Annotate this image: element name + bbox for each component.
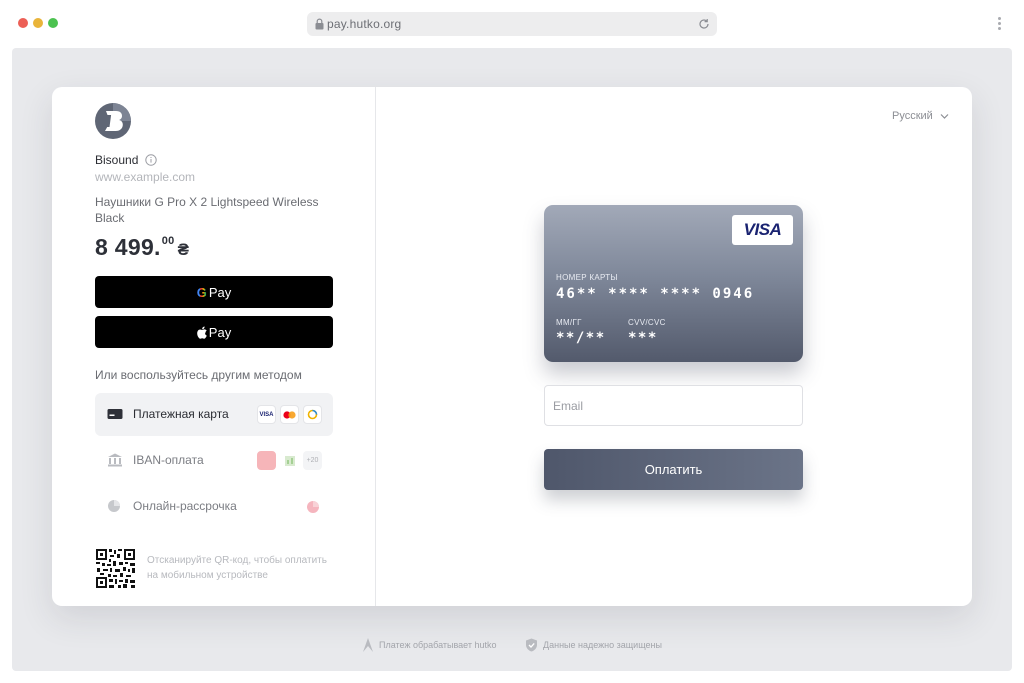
footer-processed: Платеж обрабатывает hutko [362, 638, 497, 652]
email-field[interactable] [544, 385, 803, 426]
merchant-name: Bisound [95, 153, 139, 167]
method-label: IBAN-оплата [133, 453, 204, 467]
method-label: Платежная карта [133, 407, 229, 421]
method-payment-card[interactable]: Платежная карта VISA [95, 393, 333, 436]
google-pay-label: Pay [208, 284, 232, 300]
minimize-window-button[interactable] [33, 18, 43, 28]
footer-processed-text: Платеж обрабатывает hutko [379, 640, 497, 650]
order-price: 8 499.00 ₴ [95, 234, 189, 261]
lightning-icon [363, 638, 373, 652]
card-network-icon [303, 405, 322, 424]
more-menu-icon[interactable] [996, 17, 1002, 33]
reload-icon[interactable] [697, 17, 711, 31]
iban-logo-icon [280, 451, 299, 470]
currency-symbol: ₴ [177, 240, 190, 259]
installment-logo-icon [303, 497, 322, 516]
column-divider [375, 87, 376, 606]
shield-icon [526, 638, 537, 652]
expiry-value: **/** [556, 330, 606, 346]
pie-chart-icon [108, 500, 120, 512]
expiry-label: ММ/ГГ [556, 318, 582, 327]
visa-logo: VISA [732, 215, 793, 245]
method-label: Онлайн-рассрочка [133, 499, 237, 513]
method-installment[interactable]: Онлайн-рассрочка [95, 485, 333, 528]
maximize-window-button[interactable] [48, 18, 58, 28]
card-preview: VISA НОМЕР КАРТЫ 46** **** **** 0946 ММ/… [544, 205, 803, 362]
method-iban[interactable]: IBAN-оплата +20 [95, 439, 333, 482]
chevron-down-icon[interactable] [940, 113, 949, 120]
alt-methods-title: Или воспользуйтесь другим методом [95, 368, 302, 382]
cvv-value: *** [628, 330, 658, 346]
cvv-label: CVV/CVC [628, 318, 666, 327]
card-number-label: НОМЕР КАРТЫ [556, 273, 618, 282]
url-text: pay.hutko.org [327, 17, 402, 31]
card-number: 46** **** **** 0946 [556, 286, 755, 302]
price-main: 8 499. [95, 234, 161, 260]
apple-pay-label: Pay [208, 324, 232, 340]
google-g-icon: G [196, 284, 207, 300]
info-icon[interactable] [145, 154, 157, 166]
browser-toolbar: pay.hutko.org [0, 0, 1024, 48]
qr-caption: Отсканируйте QR-код, чтобы оплатить на м… [147, 555, 327, 581]
google-pay-button[interactable]: G Pay [95, 276, 333, 308]
lock-icon [315, 18, 324, 30]
apple-pay-button[interactable]: Pay [95, 316, 333, 348]
bank-logo-icon [257, 451, 276, 470]
product-name: Наушники G Pro X 2 Lightspeed Wireless B… [95, 195, 319, 225]
credit-card-icon [107, 409, 123, 419]
visa-logo-icon: VISA [257, 405, 276, 424]
close-window-button[interactable] [18, 18, 28, 28]
footer-secured-text: Данные надежно защищены [543, 640, 662, 650]
apple-icon [196, 326, 207, 339]
more-banks-badge: +20 [303, 451, 322, 470]
mastercard-logo-icon [280, 405, 299, 424]
bank-icon [108, 453, 122, 467]
pay-button[interactable]: Оплатить [544, 449, 803, 490]
language-selector[interactable]: Русский [892, 110, 933, 122]
checkout-panel: Bisound www.example.com Наушники G Pro X… [52, 87, 972, 606]
merchant-logo [95, 103, 131, 139]
qr-code[interactable] [95, 548, 136, 589]
price-cents: 00 [161, 235, 175, 247]
merchant-site: www.example.com [95, 170, 196, 184]
footer-secured: Данные надежно защищены [525, 638, 662, 652]
address-bar[interactable]: pay.hutko.org [307, 12, 717, 36]
